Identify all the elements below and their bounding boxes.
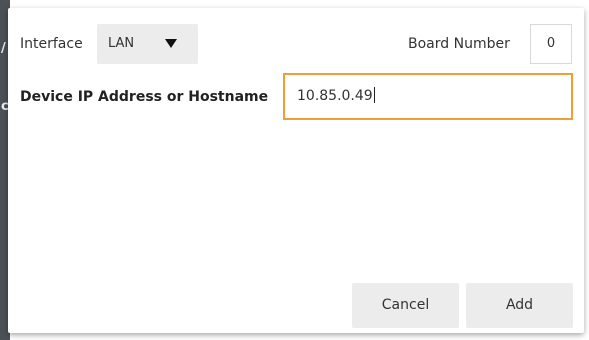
device-address-row: Device IP Address or Hostname 10.85.0.49	[8, 73, 584, 121]
interface-row: Interface LAN Board Number 0	[8, 24, 584, 64]
device-address-input[interactable]: 10.85.0.49	[283, 73, 573, 120]
text-caret	[373, 87, 375, 103]
cancel-button[interactable]: Cancel	[352, 283, 459, 328]
board-number-field[interactable]: 0	[530, 24, 572, 64]
add-device-dialog: Interface LAN Board Number 0 Device IP A…	[8, 8, 584, 333]
device-address-value: 10.85.0.49	[297, 88, 373, 104]
interface-label: Interface	[20, 36, 83, 52]
dropdown-arrow-icon	[165, 39, 177, 48]
backdrop-edge-char: /	[1, 41, 6, 56]
board-number-label: Board Number	[408, 36, 510, 52]
device-address-label: Device IP Address or Hostname	[20, 89, 269, 105]
add-button[interactable]: Add	[466, 283, 573, 328]
interface-select[interactable]: LAN	[97, 24, 198, 64]
interface-select-value: LAN	[108, 36, 135, 51]
